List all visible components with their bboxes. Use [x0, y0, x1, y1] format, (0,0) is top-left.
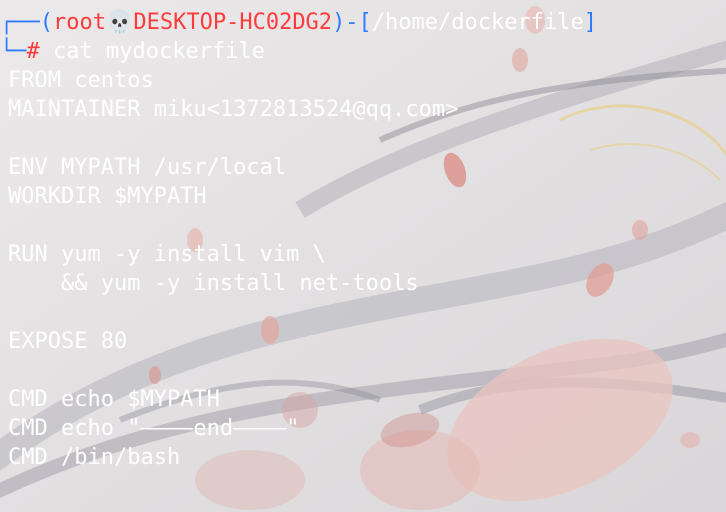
prompt-bracket-close: ] [583, 10, 597, 35]
output-line: ENV MYPATH /usr/local [8, 155, 287, 180]
output-line: FROM centos [8, 68, 154, 93]
prompt-symbol: # [26, 39, 40, 64]
prompt-host: DESKTOP-HC02DG2 [133, 10, 333, 35]
terminal-window[interactable]: ┌──(root💀DESKTOP-HC02DG2)-[/home/dockerf… [0, 0, 726, 512]
skull-icon: 💀 [105, 10, 134, 35]
output-line: && yum -y install net-tools [8, 271, 419, 296]
prompt-header-line: ┌──(root💀DESKTOP-HC02DG2)-[/home/dockerf… [0, 8, 597, 37]
prompt-command-line: └─# cat mydockerfile [0, 37, 265, 66]
prompt-user: root [52, 10, 106, 35]
prompt-corner-bottom: └─ [0, 39, 27, 64]
output-line: CMD echo $MYPATH [8, 387, 220, 412]
prompt-separator: )-[ [332, 10, 372, 35]
output-line: WORKDIR $MYPATH [8, 184, 207, 209]
output-line: MAINTAINER miku<1372813524@qq.com> [8, 97, 459, 122]
output-line: EXPOSE 80 [8, 329, 128, 354]
prompt-path: /home/dockerfile [371, 10, 584, 35]
output-line: CMD /bin/bash [8, 445, 181, 470]
prompt-command: cat mydockerfile [53, 39, 265, 64]
output-line: RUN yum -y install vim \ [8, 242, 326, 267]
prompt-corner-top: ┌──( [0, 10, 53, 35]
output-line: CMD echo "————end————" [8, 416, 300, 441]
